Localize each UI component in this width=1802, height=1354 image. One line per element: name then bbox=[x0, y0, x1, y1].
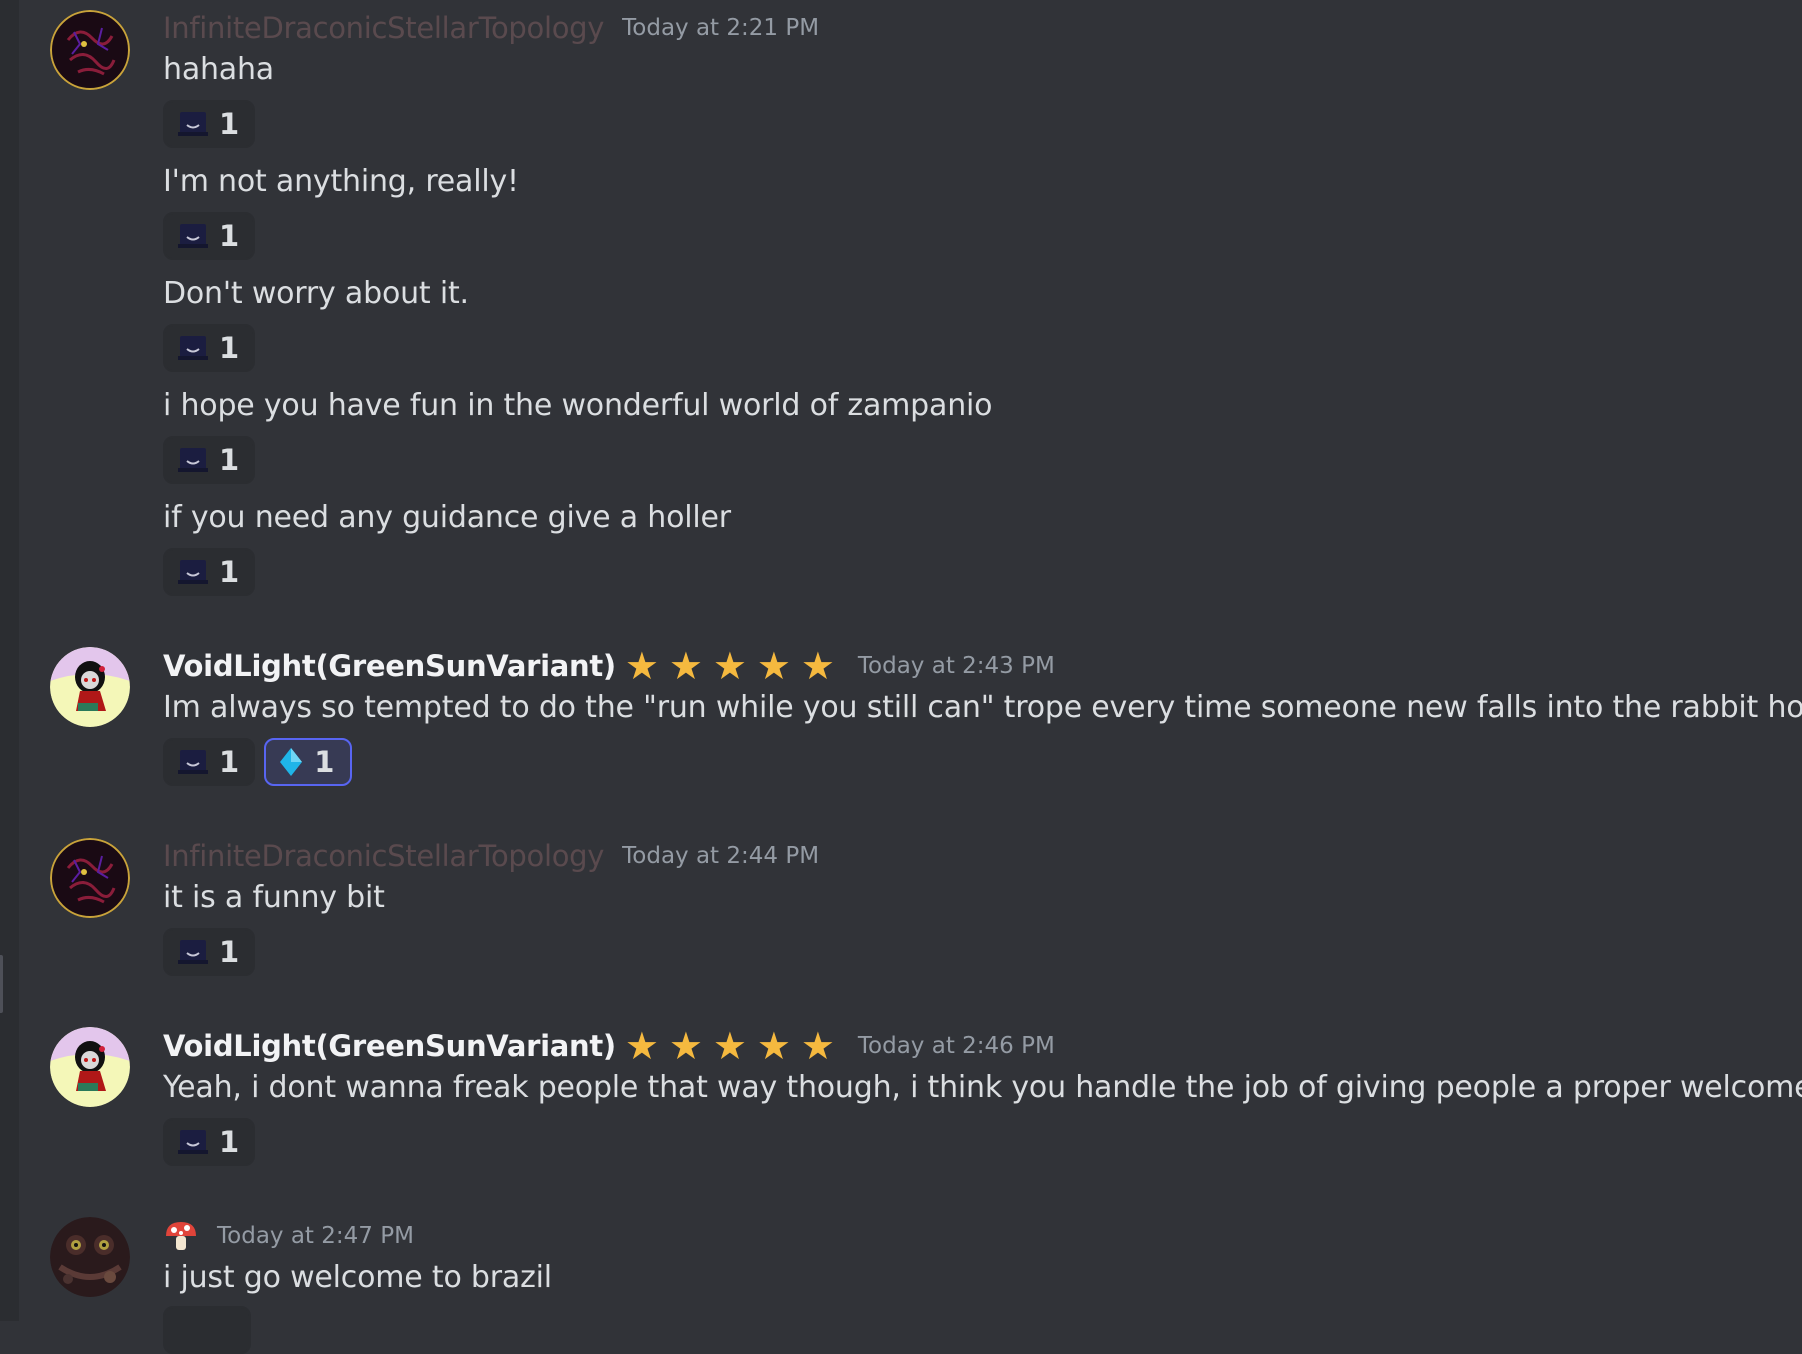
reaction-count: 1 bbox=[219, 219, 240, 253]
star-icon: ★ bbox=[624, 1024, 659, 1068]
timestamp[interactable]: Today at 2:47 PM bbox=[217, 1223, 414, 1249]
star-icon: ★ bbox=[712, 644, 747, 688]
blue-diamond-icon bbox=[280, 748, 303, 776]
message-text: i hope you have fun in the wonderful wor… bbox=[163, 388, 993, 423]
username[interactable]: InfiniteDraconicStellarTopology bbox=[163, 11, 604, 45]
star-icon: ★ bbox=[668, 644, 703, 688]
message-text: I'm not anything, really! bbox=[163, 164, 519, 199]
timestamp[interactable]: Today at 2:43 PM bbox=[858, 653, 1055, 679]
reaction-count: 1 bbox=[219, 443, 240, 477]
reaction-count: 1 bbox=[219, 107, 240, 141]
reaction-count: 1 bbox=[314, 745, 335, 779]
hat-emoji-icon bbox=[178, 750, 208, 774]
star-icon: ★ bbox=[800, 644, 835, 688]
role-stars: ★ ★ ★ ★ ★ bbox=[620, 647, 840, 685]
role-stars: ★ ★ ★ ★ ★ bbox=[620, 1027, 840, 1065]
message-text: Im always so tempted to do the "run whil… bbox=[163, 690, 1802, 725]
hat-emoji-icon bbox=[178, 112, 208, 136]
reaction-hat[interactable]: 1 bbox=[163, 548, 256, 596]
message-text: i just go welcome to brazil bbox=[163, 1260, 552, 1295]
star-icon: ★ bbox=[800, 1024, 835, 1068]
star-icon: ★ bbox=[624, 644, 659, 688]
reaction-diamond[interactable]: 1 bbox=[264, 738, 353, 786]
star-icon: ★ bbox=[712, 1024, 747, 1068]
reaction-hat[interactable]: 1 bbox=[163, 100, 256, 148]
username[interactable]: VoidLight(GreenSunVariant) bbox=[163, 1029, 616, 1063]
reaction-hat[interactable]: 1 bbox=[163, 436, 256, 484]
avatar-infinite-draconic[interactable] bbox=[50, 10, 130, 90]
avatar-voidlight[interactable] bbox=[50, 647, 130, 727]
message-header: Today at 2:47 PM bbox=[163, 1216, 414, 1256]
scrollbar-thumb[interactable] bbox=[0, 955, 3, 1013]
reaction-bar: 1 bbox=[163, 548, 256, 596]
reaction-bar: 1 bbox=[163, 212, 256, 260]
username[interactable]: VoidLight(GreenSunVariant) bbox=[163, 649, 616, 683]
username[interactable]: InfiniteDraconicStellarTopology bbox=[163, 839, 604, 873]
message-header: VoidLight(GreenSunVariant) ★ ★ ★ ★ ★ Tod… bbox=[163, 1026, 1055, 1066]
avatar-voidlight[interactable] bbox=[50, 1027, 130, 1107]
reaction-bar: 1 bbox=[163, 1118, 256, 1166]
timestamp[interactable]: Today at 2:46 PM bbox=[858, 1033, 1055, 1059]
reaction-bar: 1 1 bbox=[163, 738, 353, 786]
hat-emoji-icon bbox=[178, 560, 208, 584]
reaction-hat[interactable]: 1 bbox=[163, 738, 256, 786]
hat-emoji-icon bbox=[178, 940, 208, 964]
hat-emoji-icon bbox=[178, 224, 208, 248]
message-text: if you need any guidance give a holler bbox=[163, 500, 731, 535]
reaction-count: 1 bbox=[219, 1125, 240, 1159]
message-text: it is a funny bit bbox=[163, 880, 385, 915]
message-header: VoidLight(GreenSunVariant) ★ ★ ★ ★ ★ Tod… bbox=[163, 646, 1055, 686]
reaction-bar: 1 bbox=[163, 100, 256, 148]
hat-emoji-icon bbox=[178, 1130, 208, 1154]
message-header: InfiniteDraconicStellarTopology Today at… bbox=[163, 836, 819, 876]
reaction-hat[interactable]: 1 bbox=[163, 324, 256, 372]
message-header: InfiniteDraconicStellarTopology Today at… bbox=[163, 8, 819, 48]
avatar-infinite-draconic[interactable] bbox=[50, 838, 130, 918]
reaction-bar: 1 bbox=[163, 436, 256, 484]
mushroom-icon[interactable] bbox=[163, 1218, 199, 1254]
message-text: hahaha bbox=[163, 52, 274, 87]
star-icon: ★ bbox=[756, 1024, 791, 1068]
reaction-bar-partial bbox=[163, 1306, 251, 1354]
star-icon: ★ bbox=[668, 1024, 703, 1068]
hat-emoji-icon bbox=[178, 336, 208, 360]
avatar-owl[interactable] bbox=[50, 1217, 130, 1297]
reaction-bar: 1 bbox=[163, 324, 256, 372]
message-text: Don't worry about it. bbox=[163, 276, 469, 311]
timestamp[interactable]: Today at 2:44 PM bbox=[622, 843, 819, 869]
left-scroll-rail bbox=[0, 0, 19, 1321]
message-text: Yeah, i dont wanna freak people that way… bbox=[163, 1070, 1802, 1105]
timestamp[interactable]: Today at 2:21 PM bbox=[622, 15, 819, 41]
star-icon: ★ bbox=[756, 644, 791, 688]
reaction-hat[interactable]: 1 bbox=[163, 1118, 256, 1166]
reaction-hat[interactable] bbox=[163, 1306, 251, 1354]
reaction-hat[interactable]: 1 bbox=[163, 212, 256, 260]
reaction-count: 1 bbox=[219, 935, 240, 969]
reaction-count: 1 bbox=[219, 745, 240, 779]
reaction-hat[interactable]: 1 bbox=[163, 928, 256, 976]
hat-emoji-icon bbox=[178, 448, 208, 472]
reaction-bar: 1 bbox=[163, 928, 256, 976]
reaction-count: 1 bbox=[219, 555, 240, 589]
reaction-count: 1 bbox=[219, 331, 240, 365]
